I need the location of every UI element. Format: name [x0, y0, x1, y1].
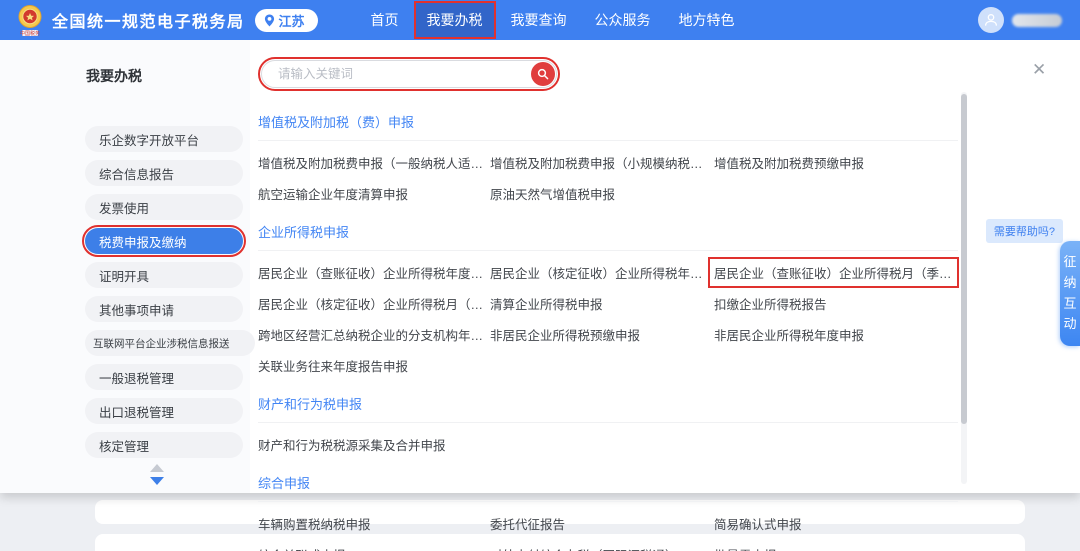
- service-link[interactable]: 增值税及附加税费预缴申报: [714, 153, 864, 172]
- service-link[interactable]: 综合关联式申报: [258, 545, 346, 551]
- service-link[interactable]: 居民企业（查账征收）企业所得税年度申报: [258, 263, 485, 282]
- site-title: 全国统一规范电子税务局: [52, 8, 245, 32]
- section-links: 居民企业（查账征收）企业所得税年度申报居民企业（核定征收）企业所得税年度申报居民…: [258, 263, 962, 375]
- sidebar-items: 乐企数字开放平台综合信息报告发票使用税费申报及缴纳证明开具其他事项申请互联网平台…: [85, 126, 255, 458]
- nav-item[interactable]: 我要查询: [500, 3, 578, 37]
- service-link[interactable]: 居民企业（查账征收）企业所得税月（季）度...: [714, 263, 953, 282]
- service-section: 综合申报车辆购置税纳税申报 委托代征报告 简易确认式申报综合关联式申报 对外支付综合办…: [258, 473, 962, 551]
- nav-item[interactable]: 地方特色: [668, 3, 746, 37]
- service-link[interactable]: 居民企业（核定征收）企业所得税年度申报: [490, 263, 710, 282]
- scrollbar-track[interactable]: [961, 92, 967, 484]
- service-section: 企业所得税申报居民企业（查账征收）企业所得税年度申报居民企业（核定征收）企业所得…: [258, 222, 962, 375]
- location-label: 江苏: [279, 11, 305, 30]
- nav-item[interactable]: 首页: [360, 3, 410, 37]
- scroll-up-icon[interactable]: [150, 464, 164, 472]
- interaction-tab[interactable]: 征纳互动: [1060, 241, 1080, 346]
- section-links: 增值税及附加税费申报（一般纳税人适用） 增值税及附加税费申报（小规模纳税人）增值税…: [258, 153, 962, 203]
- sidebar-item[interactable]: 核定管理: [85, 432, 243, 458]
- service-link[interactable]: 简易确认式申报: [714, 514, 802, 533]
- sidebar-item[interactable]: 互联网平台企业涉税信息报送: [85, 330, 255, 356]
- user-name-redacted: [1012, 14, 1062, 27]
- service-link[interactable]: 非居民企业所得税年度申报: [714, 325, 864, 344]
- search-input[interactable]: [276, 66, 531, 82]
- service-section: 增值税及附加税（费）申报增值税及附加税费申报（一般纳税人适用）增值税及附加税费申…: [258, 112, 962, 203]
- service-link[interactable]: 关联业务往来年度报告申报: [258, 356, 408, 375]
- sidebar-title: 我要办税: [86, 66, 250, 86]
- nav-item[interactable]: 我要办税: [416, 3, 494, 37]
- scrollbar-thumb[interactable]: [961, 94, 967, 424]
- tax-services-panel: 我要办税 乐企数字开放平台综合信息报告发票使用税费申报及缴纳证明开具其他事项申请…: [0, 40, 1080, 493]
- sidebar-pager: [150, 464, 164, 485]
- location-pin-icon: [264, 14, 275, 27]
- person-icon: [983, 12, 999, 28]
- sidebar-item[interactable]: 一般退税管理: [85, 364, 243, 390]
- section-title: 综合申报: [258, 473, 958, 502]
- services-content: 增值税及附加税（费）申报增值税及附加税费申报（一般纳税人适用）增值税及附加税费申…: [250, 40, 962, 493]
- section-links: 财产和行为税税源采集及合并申报: [258, 435, 962, 454]
- service-link[interactable]: 非居民企业所得税预缴申报: [490, 325, 640, 344]
- service-link[interactable]: 批量零申报: [714, 545, 777, 551]
- service-link[interactable]: 财产和行为税税源采集及合并申报: [258, 435, 446, 454]
- search-button[interactable]: [531, 62, 555, 86]
- service-link[interactable]: 增值税及附加税费申报（一般纳税人适用）: [258, 153, 485, 172]
- help-tooltip: 需要帮助吗?: [986, 219, 1063, 243]
- search-icon: [537, 68, 549, 80]
- sidebar-item[interactable]: 发票使用: [85, 194, 243, 220]
- nav-item[interactable]: 公众服务: [584, 3, 662, 37]
- service-link[interactable]: 车辆购置税纳税申报: [258, 514, 371, 533]
- close-icon[interactable]: ✕: [1032, 61, 1046, 78]
- section-title: 财产和行为税申报: [258, 394, 958, 423]
- sidebar-item[interactable]: 其他事项申请: [85, 296, 243, 322]
- svg-text:中国税务: 中国税务: [20, 30, 40, 37]
- search-box: [261, 60, 557, 88]
- service-link[interactable]: 委托代征报告: [490, 514, 565, 533]
- sidebar-item[interactable]: 税费申报及缴纳: [85, 228, 243, 254]
- page: 中国税务 全国统一规范电子税务局 江苏 首页我要办税我要查询公众服务地方特色 我…: [0, 0, 1080, 551]
- service-link[interactable]: 航空运输企业年度清算申报: [258, 184, 408, 203]
- service-link[interactable]: 原油天然气增值税申报: [490, 184, 615, 203]
- service-link[interactable]: 增值税及附加税费申报（小规模纳税人）: [490, 153, 710, 172]
- sections: 增值税及附加税（费）申报增值税及附加税费申报（一般纳税人适用）增值税及附加税费申…: [258, 112, 962, 551]
- main-nav: 首页我要办税我要查询公众服务地方特色: [360, 0, 746, 40]
- sidebar-item[interactable]: 综合信息报告: [85, 160, 243, 186]
- search-annotation-box: [258, 57, 560, 91]
- service-link[interactable]: 跨地区经营汇总纳税企业的分支机构年度纳税...: [258, 325, 485, 344]
- scroll-down-icon[interactable]: [150, 477, 164, 485]
- user-avatar[interactable]: [978, 7, 1004, 33]
- tax-bureau-emblem-icon: 中国税务: [16, 4, 44, 38]
- service-link[interactable]: 清算企业所得税申报: [490, 294, 603, 313]
- service-section: 财产和行为税申报财产和行为税税源采集及合并申报: [258, 394, 962, 454]
- service-link[interactable]: 居民企业（核定征收）企业所得税月（季）度...: [258, 294, 485, 313]
- sidebar: 我要办税 乐企数字开放平台综合信息报告发票使用税费申报及缴纳证明开具其他事项申请…: [0, 40, 250, 493]
- section-links: 车辆购置税纳税申报 委托代征报告 简易确认式申报综合关联式申报 对外支付综合办税（国际…: [258, 514, 962, 551]
- section-title: 企业所得税申报: [258, 222, 958, 251]
- user-box: [978, 7, 1062, 33]
- section-title: 增值税及附加税（费）申报: [258, 112, 958, 141]
- sidebar-item[interactable]: 出口退税管理: [85, 398, 243, 424]
- service-link[interactable]: 扣缴企业所得税报告: [714, 294, 827, 313]
- service-link[interactable]: 对外支付综合办税（国际汇税通）: [490, 545, 678, 551]
- sidebar-item[interactable]: 乐企数字开放平台: [85, 126, 243, 152]
- top-bar: 中国税务 全国统一规范电子税务局 江苏 首页我要办税我要查询公众服务地方特色: [0, 0, 1080, 40]
- sidebar-item[interactable]: 证明开具: [85, 262, 243, 288]
- location-badge[interactable]: 江苏: [255, 9, 318, 32]
